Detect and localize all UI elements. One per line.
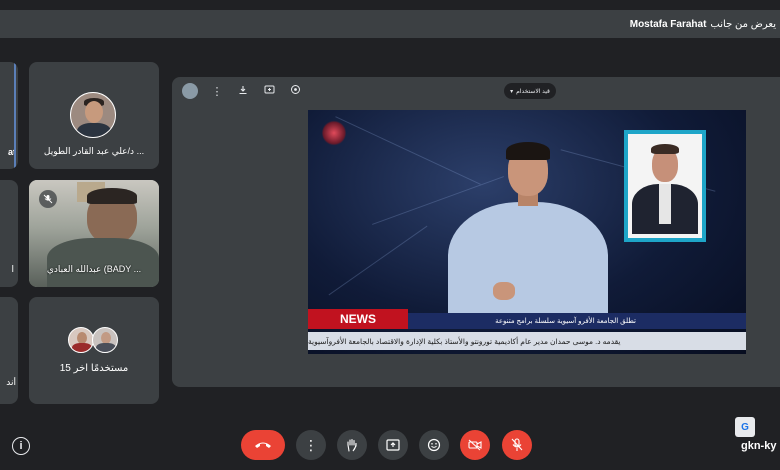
participant-tile[interactable]: عبدالله العبادي (BADY ... <box>29 180 159 287</box>
avatar <box>68 327 94 353</box>
ticker-headline-text: تطلق الجامعة الأفرو آسيوية سلسلة برامج م… <box>495 318 636 325</box>
call-controls: ⋮ <box>0 430 780 462</box>
pin-icon[interactable] <box>288 84 302 98</box>
participant-name: أند <box>6 377 16 387</box>
presenter-bar: Mostafa Farahat يعرض من جانب <box>0 10 780 38</box>
more-options-button[interactable]: ⋮ <box>296 430 326 460</box>
end-call-button[interactable] <box>241 430 285 460</box>
caption-icon[interactable] <box>262 85 276 98</box>
meet-window: Mostafa Farahat يعرض من جانب at ا أند د/… <box>0 0 780 470</box>
guest-photo <box>624 130 706 242</box>
chevron-down-icon: ▾ <box>510 88 514 95</box>
presenter-avatar <box>182 83 198 99</box>
emoji-icon <box>427 438 441 452</box>
news-tag: NEWS <box>308 309 408 329</box>
avatar <box>92 327 118 353</box>
present-icon <box>386 439 400 451</box>
translate-icon[interactable]: G <box>735 417 755 437</box>
raise-hand-button[interactable] <box>337 430 367 460</box>
more-participants-label: 15 مستخدمًا آخر <box>59 363 129 374</box>
presentation-toolbar: ⋮ <box>182 83 302 99</box>
presenter-name: Mostafa Farahat <box>629 18 707 30</box>
participant-name: عبدالله العبادي (BADY ... <box>46 264 142 274</box>
more-participants-tile[interactable]: 15 مستخدمًا آخر <box>29 297 159 404</box>
hand-icon <box>347 438 357 452</box>
participant-name: ا <box>11 264 14 274</box>
presentation-status-pill[interactable]: ▾ قيد الاستخدام <box>504 83 556 99</box>
camera-off-button[interactable] <box>460 430 490 460</box>
camera-off-icon <box>468 439 482 451</box>
avatar <box>70 92 116 138</box>
shared-screen: NEWS تطلق الجامعة الأفرو آسيوية سلسلة بر… <box>308 110 746 354</box>
participant-name: د/علي عبد القادر الطويل ... <box>43 146 145 156</box>
channel-logo <box>322 120 346 146</box>
participant-tile-edge-2[interactable]: ا <box>0 180 18 287</box>
meeting-code: gkn-ky <box>741 440 777 452</box>
pill-label: قيد الاستخدام <box>516 88 550 95</box>
mic-muted-icon <box>39 190 57 208</box>
present-screen-button[interactable] <box>378 430 408 460</box>
news-ticker-subline: يقدمه د. موسى حمدان مدير عام أكاديمية تو… <box>308 332 746 350</box>
more-vert-icon[interactable]: ⋮ <box>210 85 224 98</box>
more-vert-icon: ⋮ <box>304 436 318 453</box>
mic-off-button[interactable] <box>502 430 532 460</box>
news-anchor <box>438 142 618 322</box>
download-icon[interactable] <box>236 85 250 98</box>
mic-off-icon <box>511 438 523 451</box>
reactions-button[interactable] <box>419 430 449 460</box>
participant-tile[interactable]: د/علي عبد القادر الطويل ... <box>29 62 159 169</box>
presenter-suffix: يعرض من جانب <box>710 18 776 30</box>
participant-tile-edge-1[interactable]: at <box>0 62 18 169</box>
news-ticker-headline: NEWS تطلق الجامعة الأفرو آسيوية سلسلة بر… <box>308 309 746 329</box>
participant-tile-edge-3[interactable]: أند <box>0 297 18 404</box>
